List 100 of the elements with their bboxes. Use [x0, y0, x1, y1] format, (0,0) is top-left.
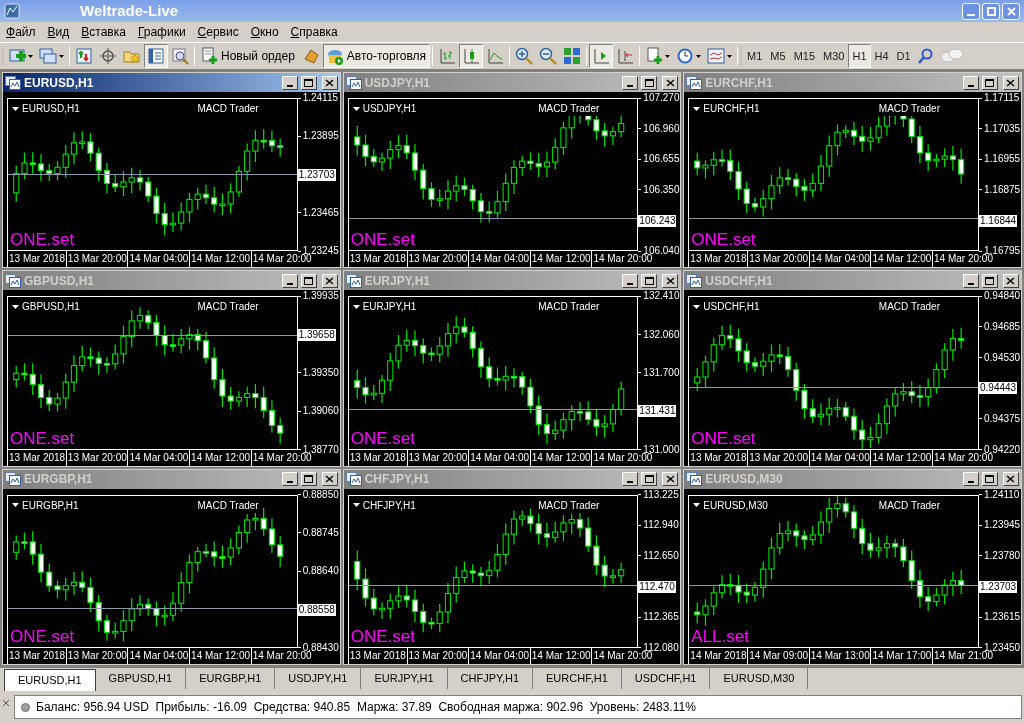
time-axis-label: 14 Mar 04:00 — [468, 251, 530, 268]
time-axis-label: 14 Mar 2018 — [688, 648, 747, 664]
menu-item[interactable]: Файл — [2, 23, 40, 41]
time-axis-label: 13 Mar 2018 — [347, 449, 406, 466]
time-axis-label: 13 Mar 2018 — [7, 648, 66, 664]
menu-item[interactable]: Окно — [246, 23, 283, 41]
price-axis-label: 131.000 — [642, 443, 680, 455]
chart-tab[interactable]: USDJPY,H1 — [275, 668, 362, 689]
price-axis-label: 0.94685 — [983, 321, 1021, 333]
time-axis-label: 13 Mar 2018 — [7, 251, 66, 268]
set-file-label: ONE.set — [691, 231, 756, 249]
price-axis-label: 106.960 — [642, 122, 680, 135]
chart-tab[interactable]: EURCHF,H1 — [533, 668, 622, 689]
time-axis-label: 13 Mar 20:00 — [65, 648, 127, 664]
time-axis-label: 13 Mar 20:00 — [747, 449, 809, 466]
price-axis-label: 1.17035 — [983, 122, 1021, 135]
menu-item[interactable]: Графики — [133, 23, 190, 41]
current-price-label: 1.39658 — [297, 328, 336, 341]
price-axis-label: 0.88640 — [301, 565, 339, 578]
chart-window-title: EURJPY,H1 — [364, 272, 432, 290]
account-summary: Баланс: 956.94 USD Прибыль: -16.09 Средства: 940.85 Маржа: 37.89 Свободная маржа: 902.96 Уровень: 2483.11% — [36, 699, 696, 716]
time-axis-label: 14 Mar 12:00 — [189, 648, 251, 664]
time-axis-label: 14 Mar 04:00 — [468, 449, 530, 466]
menu-item[interactable]: Вставка — [77, 23, 130, 41]
symbol-label: GBPUSD,H1 — [22, 300, 80, 315]
chart-tab[interactable]: USDCHF,H1 — [621, 668, 711, 689]
price-axis-label: 106.350 — [642, 183, 680, 196]
timeframe-button[interactable]: M15 — [789, 44, 820, 68]
set-file-label: ONE.set — [10, 231, 75, 249]
price-axis-label: 107.270 — [642, 92, 680, 104]
time-axis-label: 13 Mar 2018 — [7, 449, 66, 466]
time-axis-label: 14 Mar 04:00 — [127, 449, 189, 466]
menu-item[interactable]: Справка — [286, 23, 342, 41]
menu-item[interactable]: Вид — [43, 23, 74, 41]
current-price-label: 0.88558 — [297, 603, 336, 616]
price-axis-label: 1.23780 — [983, 549, 1021, 562]
price-axis-label: 132.410 — [642, 290, 680, 303]
price-axis-label: 112.365 — [642, 611, 679, 624]
chart-tab[interactable]: EURUSD,H1 — [4, 669, 96, 691]
time-axis-label: 13 Mar 20:00 — [65, 449, 127, 466]
time-axis-label: 14 Mar 12:00 — [870, 449, 932, 466]
price-axis-label: 1.17115 — [983, 92, 1020, 104]
chart-window-title: EURCHF,H1 — [705, 74, 774, 92]
time-axis-label: 14 Mar 12:00 — [189, 449, 251, 466]
set-file-label: ONE.set — [350, 231, 415, 249]
time-axis-label: 14 Mar 12:00 — [529, 449, 591, 466]
timeframe-button[interactable]: M5 — [766, 44, 790, 68]
time-axis-label: 14 Mar 12:00 — [189, 251, 251, 268]
price-axis-label: 1.23615 — [983, 611, 1021, 624]
time-axis-label: 14 Mar 04:00 — [468, 648, 530, 664]
time-axis-label: 14 Mar 04:00 — [127, 251, 189, 268]
menu-item[interactable]: Сервис — [193, 23, 243, 41]
current-price-label: 1.16844 — [979, 214, 1018, 227]
price-axis-label: 1.16875 — [983, 183, 1021, 196]
timeframe-button[interactable]: H4 — [870, 44, 893, 68]
current-price-label: 106.243 — [638, 214, 677, 227]
symbol-label: CHFJPY,H1 — [362, 498, 416, 513]
price-axis-label: 132.060 — [642, 328, 680, 341]
timeframe-button[interactable]: M1 — [743, 44, 767, 68]
price-axis-label: 112.650 — [642, 549, 679, 562]
timeframe-button[interactable]: D1 — [892, 44, 915, 68]
toolbar-button[interactable]: Авто-торговля — [322, 44, 431, 68]
price-axis-label: 0.88745 — [301, 527, 339, 539]
time-axis-label: 13 Mar 2018 — [688, 251, 747, 268]
price-axis-label: 1.24115 — [301, 92, 339, 104]
set-file-label: ONE.set — [350, 429, 415, 447]
toolbar-button[interactable]: Новый ордер — [197, 44, 299, 68]
symbol-label: EURGBP,H1 — [22, 498, 79, 513]
price-axis-label: 1.39350 — [301, 367, 339, 379]
time-axis-label: 13 Mar 20:00 — [747, 251, 809, 268]
price-axis-label: 1.38770 — [302, 443, 339, 455]
chart-tab[interactable]: GBPUSD,H1 — [95, 668, 187, 689]
chart-window-title: USDJPY,H1 — [364, 74, 432, 92]
time-axis-label: 13 Mar 2018 — [347, 648, 406, 664]
chart-tab[interactable]: CHFJPY,H1 — [447, 668, 533, 689]
symbol-label: EURCHF,H1 — [703, 102, 760, 116]
timeframe-button[interactable]: H1 — [848, 44, 871, 68]
symbol-label: USDJPY,H1 — [362, 102, 417, 116]
chart-tab[interactable]: EURUSD,M30 — [710, 668, 809, 689]
time-axis-label: 14 Mar 09:00 — [747, 648, 809, 664]
set-file-label: ONE.set — [350, 628, 415, 645]
timeframe-button[interactable]: M30 — [819, 44, 849, 68]
chart-tab[interactable]: EURJPY,H1 — [361, 668, 448, 689]
time-axis-label: 13 Mar 2018 — [688, 449, 747, 466]
time-axis-label: 13 Mar 20:00 — [65, 251, 127, 268]
time-axis-label: 14 Mar 12:00 — [870, 251, 932, 268]
chart-tab[interactable]: EURGBP,H1 — [186, 668, 276, 689]
price-axis-label: 131.700 — [642, 367, 680, 379]
time-axis-label: 14 Mar 13:00 — [808, 648, 870, 664]
chart-window-title: EURUSD,M30 — [705, 471, 784, 489]
price-axis-label: 113.225 — [642, 488, 679, 501]
price-axis-label: 0.94220 — [983, 443, 1021, 455]
symbol-label: EURUSD,M30 — [703, 498, 768, 513]
price-axis-label: 1.24110 — [983, 488, 1020, 501]
time-axis-label: 13 Mar 20:00 — [406, 648, 468, 664]
set-file-label: ONE.set — [10, 429, 75, 447]
current-price-label: 1.23703 — [979, 580, 1018, 593]
time-axis-label: 14 Mar 17:00 — [870, 648, 932, 664]
current-price-label: 0.94443 — [979, 382, 1018, 395]
current-price-label: 112.470 — [638, 580, 676, 593]
